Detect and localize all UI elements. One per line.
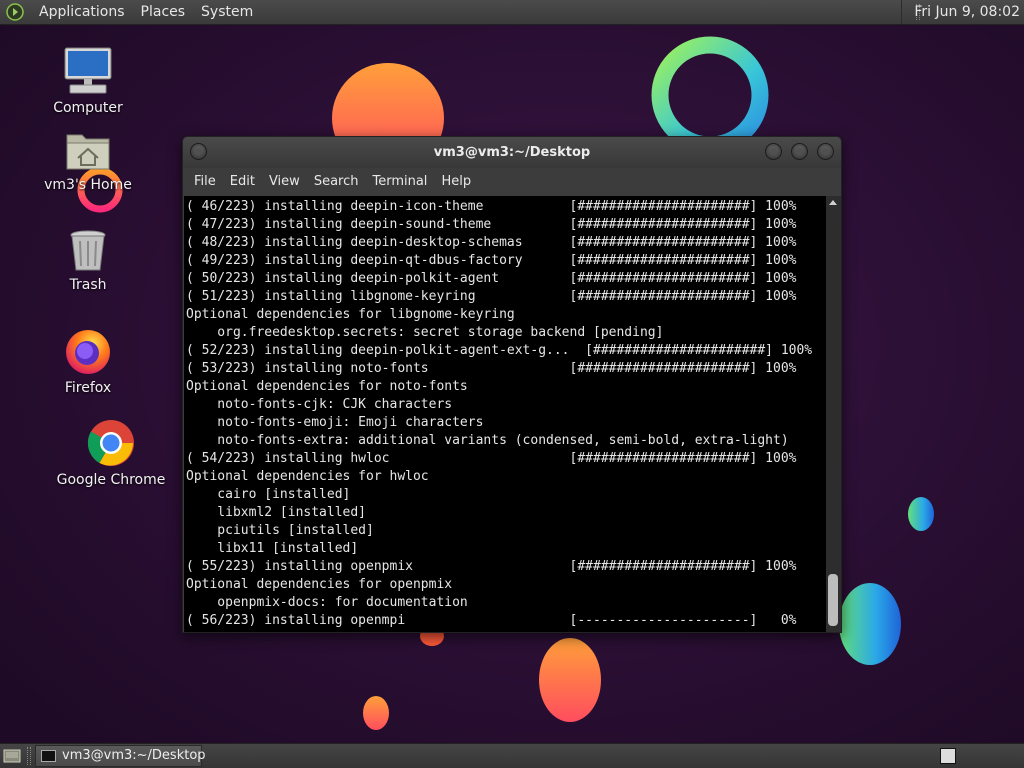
taskbar-item-terminal[interactable]: vm3@vm3:~/Desktop [35,745,206,767]
top-panel: Applications Places System Fri Jun 9, 08… [0,0,1024,25]
clock[interactable]: Fri Jun 9, 08:02 [901,0,1024,24]
window-title: vm3@vm3:~/Desktop [433,145,591,160]
computer-icon [64,47,112,94]
terminal-window[interactable]: vm3@vm3:~/Desktop File Edit View Search … [182,136,842,633]
terminal-line: Optional dependencies for openpmix [186,577,453,592]
terminal-line: Optional dependencies for hwloc [186,469,429,484]
panel-separator [27,747,31,765]
desktop-icon-label: Trash [69,277,107,293]
home-folder-icon [66,134,110,170]
terminal-line: libx11 [installed] [186,541,359,556]
desktop-icon-label: Firefox [64,380,112,396]
terminal-scrollbar[interactable] [826,196,841,632]
terminal-line: noto-fonts-emoji: Emoji characters [186,415,484,430]
taskbar-item-label: vm3@vm3:~/Desktop [62,748,206,763]
scroll-up-icon[interactable] [829,200,837,205]
terminal-line: openpmix-docs: for documentation [186,595,468,610]
terminal-line: Optional dependencies for noto-fonts [186,379,468,394]
terminal-line: ( 52/223) installing deepin-polkit-agent… [186,343,813,358]
workspace-switcher[interactable] [940,748,956,764]
desktop-icon-firefox[interactable]: Firefox [33,326,143,396]
terminal-line: pciutils [installed] [186,523,374,538]
terminal-line: noto-fonts-extra: additional variants (c… [186,433,789,448]
firefox-icon [66,330,110,374]
desktop-icon-trash[interactable]: Trash [33,229,143,293]
terminal-menu-bar: File Edit View Search Terminal Help [183,168,841,196]
places-menu[interactable]: Places [133,0,194,24]
applications-menu[interactable]: Applications [31,0,133,24]
desktop-icon-chrome[interactable]: Google Chrome [56,418,166,488]
terminal-line: ( 51/223) installing libgnome-keyring [#… [186,289,797,304]
terminal-line: org.freedesktop.secrets: secret storage … [186,325,664,340]
scrollbar-thumb[interactable] [828,574,838,626]
menu-terminal[interactable]: Terminal [365,168,434,196]
terminal-line: Optional dependencies for libgnome-keyri… [186,307,515,322]
terminal-line: noto-fonts-cjk: CJK characters [186,397,453,412]
desktop-icon-label: vm3's Home [44,177,132,193]
terminal-output[interactable]: ( 46/223) installing deepin-icon-theme [… [184,196,826,632]
terminal-line: ( 49/223) installing deepin-qt-dbus-fact… [186,253,797,268]
window-menu-button[interactable] [190,143,207,160]
terminal-line: libxml2 [installed] [186,505,367,520]
terminal-line: ( 46/223) installing deepin-icon-theme [… [186,199,797,214]
terminal-line: ( 54/223) installing hwloc [############… [186,451,797,466]
desktop-icon-home[interactable]: vm3's Home [33,127,143,193]
maximize-button[interactable] [791,143,808,160]
desktop-icon-label: Google Chrome [56,472,166,488]
menu-help[interactable]: Help [434,168,478,196]
bottom-panel: vm3@vm3:~/Desktop [0,743,1024,768]
distro-logo-icon[interactable] [5,2,25,22]
menu-file[interactable]: File [187,168,223,196]
terminal-line: ( 48/223) installing deepin-desktop-sche… [186,235,797,250]
terminal-line: ( 50/223) installing deepin-polkit-agent… [186,271,797,286]
chrome-icon [87,420,134,466]
menu-search[interactable]: Search [307,168,366,196]
terminal-line: cairo [installed] [186,487,351,502]
terminal-line: ( 55/223) installing openpmix [#########… [186,559,797,574]
menu-edit[interactable]: Edit [223,168,262,196]
minimize-button[interactable] [765,143,782,160]
close-button[interactable] [817,143,834,160]
terminal-line: ( 53/223) installing noto-fonts [#######… [186,361,797,376]
menu-view[interactable]: View [262,168,307,196]
show-desktop-icon[interactable] [3,748,21,764]
terminal-line: ( 47/223) installing deepin-sound-theme … [186,217,797,232]
system-menu[interactable]: System [193,0,261,24]
window-title-bar[interactable]: vm3@vm3:~/Desktop [183,137,841,168]
desktop-icon-label: Computer [53,100,123,116]
trash-icon [70,230,106,271]
terminal-icon [41,750,56,762]
desktop-icon-computer[interactable]: Computer [33,44,143,116]
terminal-line: ( 56/223) installing openmpi [----------… [186,613,797,628]
